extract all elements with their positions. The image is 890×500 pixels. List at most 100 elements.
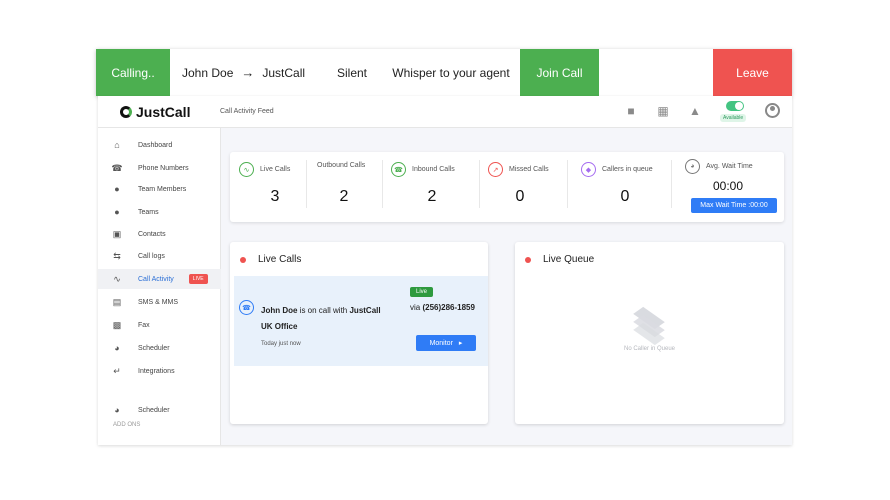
- bell-icon[interactable]: ▲: [688, 104, 702, 118]
- layers-icon: ◆: [581, 162, 596, 177]
- live-badge: LIVE: [188, 274, 208, 284]
- page-title: Call Activity Feed: [220, 108, 274, 115]
- sidebar-item-dashboard[interactable]: ⌂ Dashboard: [98, 135, 221, 155]
- pulse-icon: ∿: [113, 273, 121, 284]
- logo-text: JustCall: [136, 104, 191, 120]
- sidebar-item-label: Scheduler: [138, 406, 170, 414]
- call-description: John Doe is on call with JustCall UK Off…: [261, 303, 411, 335]
- caller-name: John Doe: [182, 65, 234, 80]
- queue-empty-state: No Caller in Queue: [515, 306, 784, 352]
- chat-bubbles-icon[interactable]: ■: [624, 104, 638, 118]
- whisper-button[interactable]: Whisper to your agent: [388, 66, 514, 80]
- sidebar-item-call-activity[interactable]: ∿ Call Activity LIVE: [98, 269, 221, 289]
- stat-value: 00:00: [712, 179, 744, 193]
- phone-icon: ☎: [111, 162, 123, 173]
- addons-heading: ADD ONS: [113, 422, 141, 428]
- sidebar-item-team-members[interactable]: ● Team Members: [98, 179, 221, 199]
- sidebar-item-teams[interactable]: ● Teams: [98, 202, 221, 222]
- stat-header: ↗ Missed Calls: [488, 162, 549, 177]
- stat-label: Missed Calls: [509, 166, 549, 173]
- logo-icon: [120, 106, 132, 118]
- missed-call-icon: ↗: [488, 162, 503, 177]
- empty-queue-text: No Caller in Queue: [623, 346, 676, 352]
- user-avatar[interactable]: [765, 103, 780, 118]
- panel-title-text: Live Calls: [258, 254, 302, 265]
- sidebar-item-label: SMS & MMS: [138, 298, 179, 306]
- agent-name: JustCall: [349, 306, 381, 315]
- sidebar-item-contacts[interactable]: ▣ Contacts: [98, 224, 221, 244]
- stat-callers-in-queue: ◆ Callers in queue 0: [568, 152, 671, 222]
- sidebar-item-label: Call Activity: [138, 275, 174, 283]
- sidebar-item-scheduler[interactable]: ◕ Scheduler: [98, 338, 221, 358]
- incoming-call-icon: ☎: [239, 300, 254, 315]
- home-icon: ⌂: [114, 140, 120, 150]
- stat-label: Outbound Calls: [317, 162, 366, 169]
- sidebar-item-call-logs[interactable]: ⇆ Call logs: [98, 246, 221, 266]
- logo[interactable]: JustCall: [120, 104, 190, 120]
- stat-label: Live Calls: [260, 166, 291, 173]
- monitor-button[interactable]: Monitor ▸: [416, 335, 476, 351]
- stat-label: Avg. Wait Time: [706, 163, 753, 170]
- call-mid-text: is on call with: [297, 306, 350, 315]
- silent-button[interactable]: Silent: [322, 66, 382, 80]
- sidebar: ⌂ Dashboard ☎ Phone Numbers ● Team Membe…: [98, 128, 221, 445]
- call-control-bar: Calling.. John Doe → JustCall Silent Whi…: [96, 49, 792, 96]
- call-route: John Doe → JustCall: [170, 65, 312, 80]
- live-call-item[interactable]: ☎ John Doe is on call with JustCall UK O…: [234, 276, 488, 366]
- call-timestamp: Today just now: [261, 341, 301, 347]
- leave-button[interactable]: Leave: [713, 49, 792, 96]
- stat-value: 3: [270, 188, 280, 205]
- live-dot-icon: [240, 256, 246, 263]
- stat-value: 2: [427, 188, 437, 205]
- stat-header: ◆ Callers in queue: [581, 162, 653, 177]
- stat-outbound-calls: Outbound Calls 2: [307, 152, 382, 222]
- sidebar-item-fax[interactable]: ▩ Fax: [98, 315, 221, 335]
- call-stats-card: ∿ Live Calls 3 Outbound Calls 2 ☎ Inboun…: [230, 152, 784, 222]
- incoming-call-icon: ☎: [391, 162, 406, 177]
- swap-icon: ⇆: [113, 250, 121, 261]
- stat-header: ☎ Inbound Calls: [391, 162, 455, 177]
- pulse-icon: ∿: [239, 162, 254, 177]
- monitor-label: Monitor: [429, 339, 453, 347]
- availability-status-badge: Available: [720, 114, 747, 122]
- live-dot-icon: [525, 256, 531, 263]
- availability-toggle[interactable]: [726, 101, 744, 111]
- stat-live-calls: ∿ Live Calls 3: [230, 152, 306, 222]
- stat-inbound-calls: ☎ Inbound Calls 2: [383, 152, 479, 222]
- panel-title-text: Live Queue: [543, 254, 595, 265]
- stat-missed-calls: ↗ Missed Calls 0: [480, 152, 567, 222]
- app-window: JustCall Call Activity Feed ■ ▦ ▲ Availa…: [98, 96, 792, 445]
- sidebar-item-label: Call logs: [138, 252, 165, 260]
- contact-card-icon: ▣: [112, 228, 122, 239]
- apps-grid-icon[interactable]: ▦: [656, 104, 670, 118]
- calling-status: Calling..: [96, 49, 170, 96]
- integration-icon: ↵: [113, 365, 121, 376]
- join-call-button[interactable]: Join Call: [520, 49, 599, 96]
- sidebar-item-label: Phone Numbers: [138, 164, 189, 172]
- sidebar-item-phone-numbers[interactable]: ☎ Phone Numbers: [98, 158, 221, 178]
- live-status-badge: Live: [410, 287, 434, 297]
- live-calls-panel: Live Calls ☎ John Doe is on call with Ju…: [230, 242, 488, 424]
- via-prefix: via: [410, 303, 423, 312]
- sidebar-item-addon-scheduler[interactable]: ◕ Scheduler: [98, 400, 221, 420]
- arrow-right-icon: →: [241, 65, 255, 80]
- stat-value: 0: [620, 188, 630, 205]
- app-header: JustCall Call Activity Feed ■ ▦ ▲ Availa…: [98, 96, 792, 128]
- sidebar-item-sms-mms[interactable]: ▤ SMS & MMS: [98, 292, 221, 312]
- fax-icon: ▩: [112, 319, 122, 330]
- sidebar-item-integrations[interactable]: ↵ Integrations: [98, 361, 221, 381]
- panel-title: Live Queue: [525, 254, 594, 265]
- users-icon: ●: [114, 184, 120, 194]
- chat-icon: ▤: [112, 296, 122, 307]
- sidebar-item-label: Contacts: [138, 230, 166, 238]
- group-icon: ●: [114, 207, 120, 217]
- call-target: JustCall: [262, 65, 306, 80]
- call-via: via (256)286-1859: [410, 303, 475, 312]
- live-queue-panel: Live Queue No Caller in Queue: [515, 242, 784, 424]
- sidebar-item-label: Scheduler: [138, 344, 170, 352]
- stat-header: ◕ Avg. Wait Time: [685, 159, 753, 174]
- call-line: UK Office: [261, 322, 298, 331]
- stat-value: 0: [515, 188, 525, 205]
- stat-label: Callers in queue: [602, 166, 653, 173]
- timer-icon: ◕: [685, 159, 700, 174]
